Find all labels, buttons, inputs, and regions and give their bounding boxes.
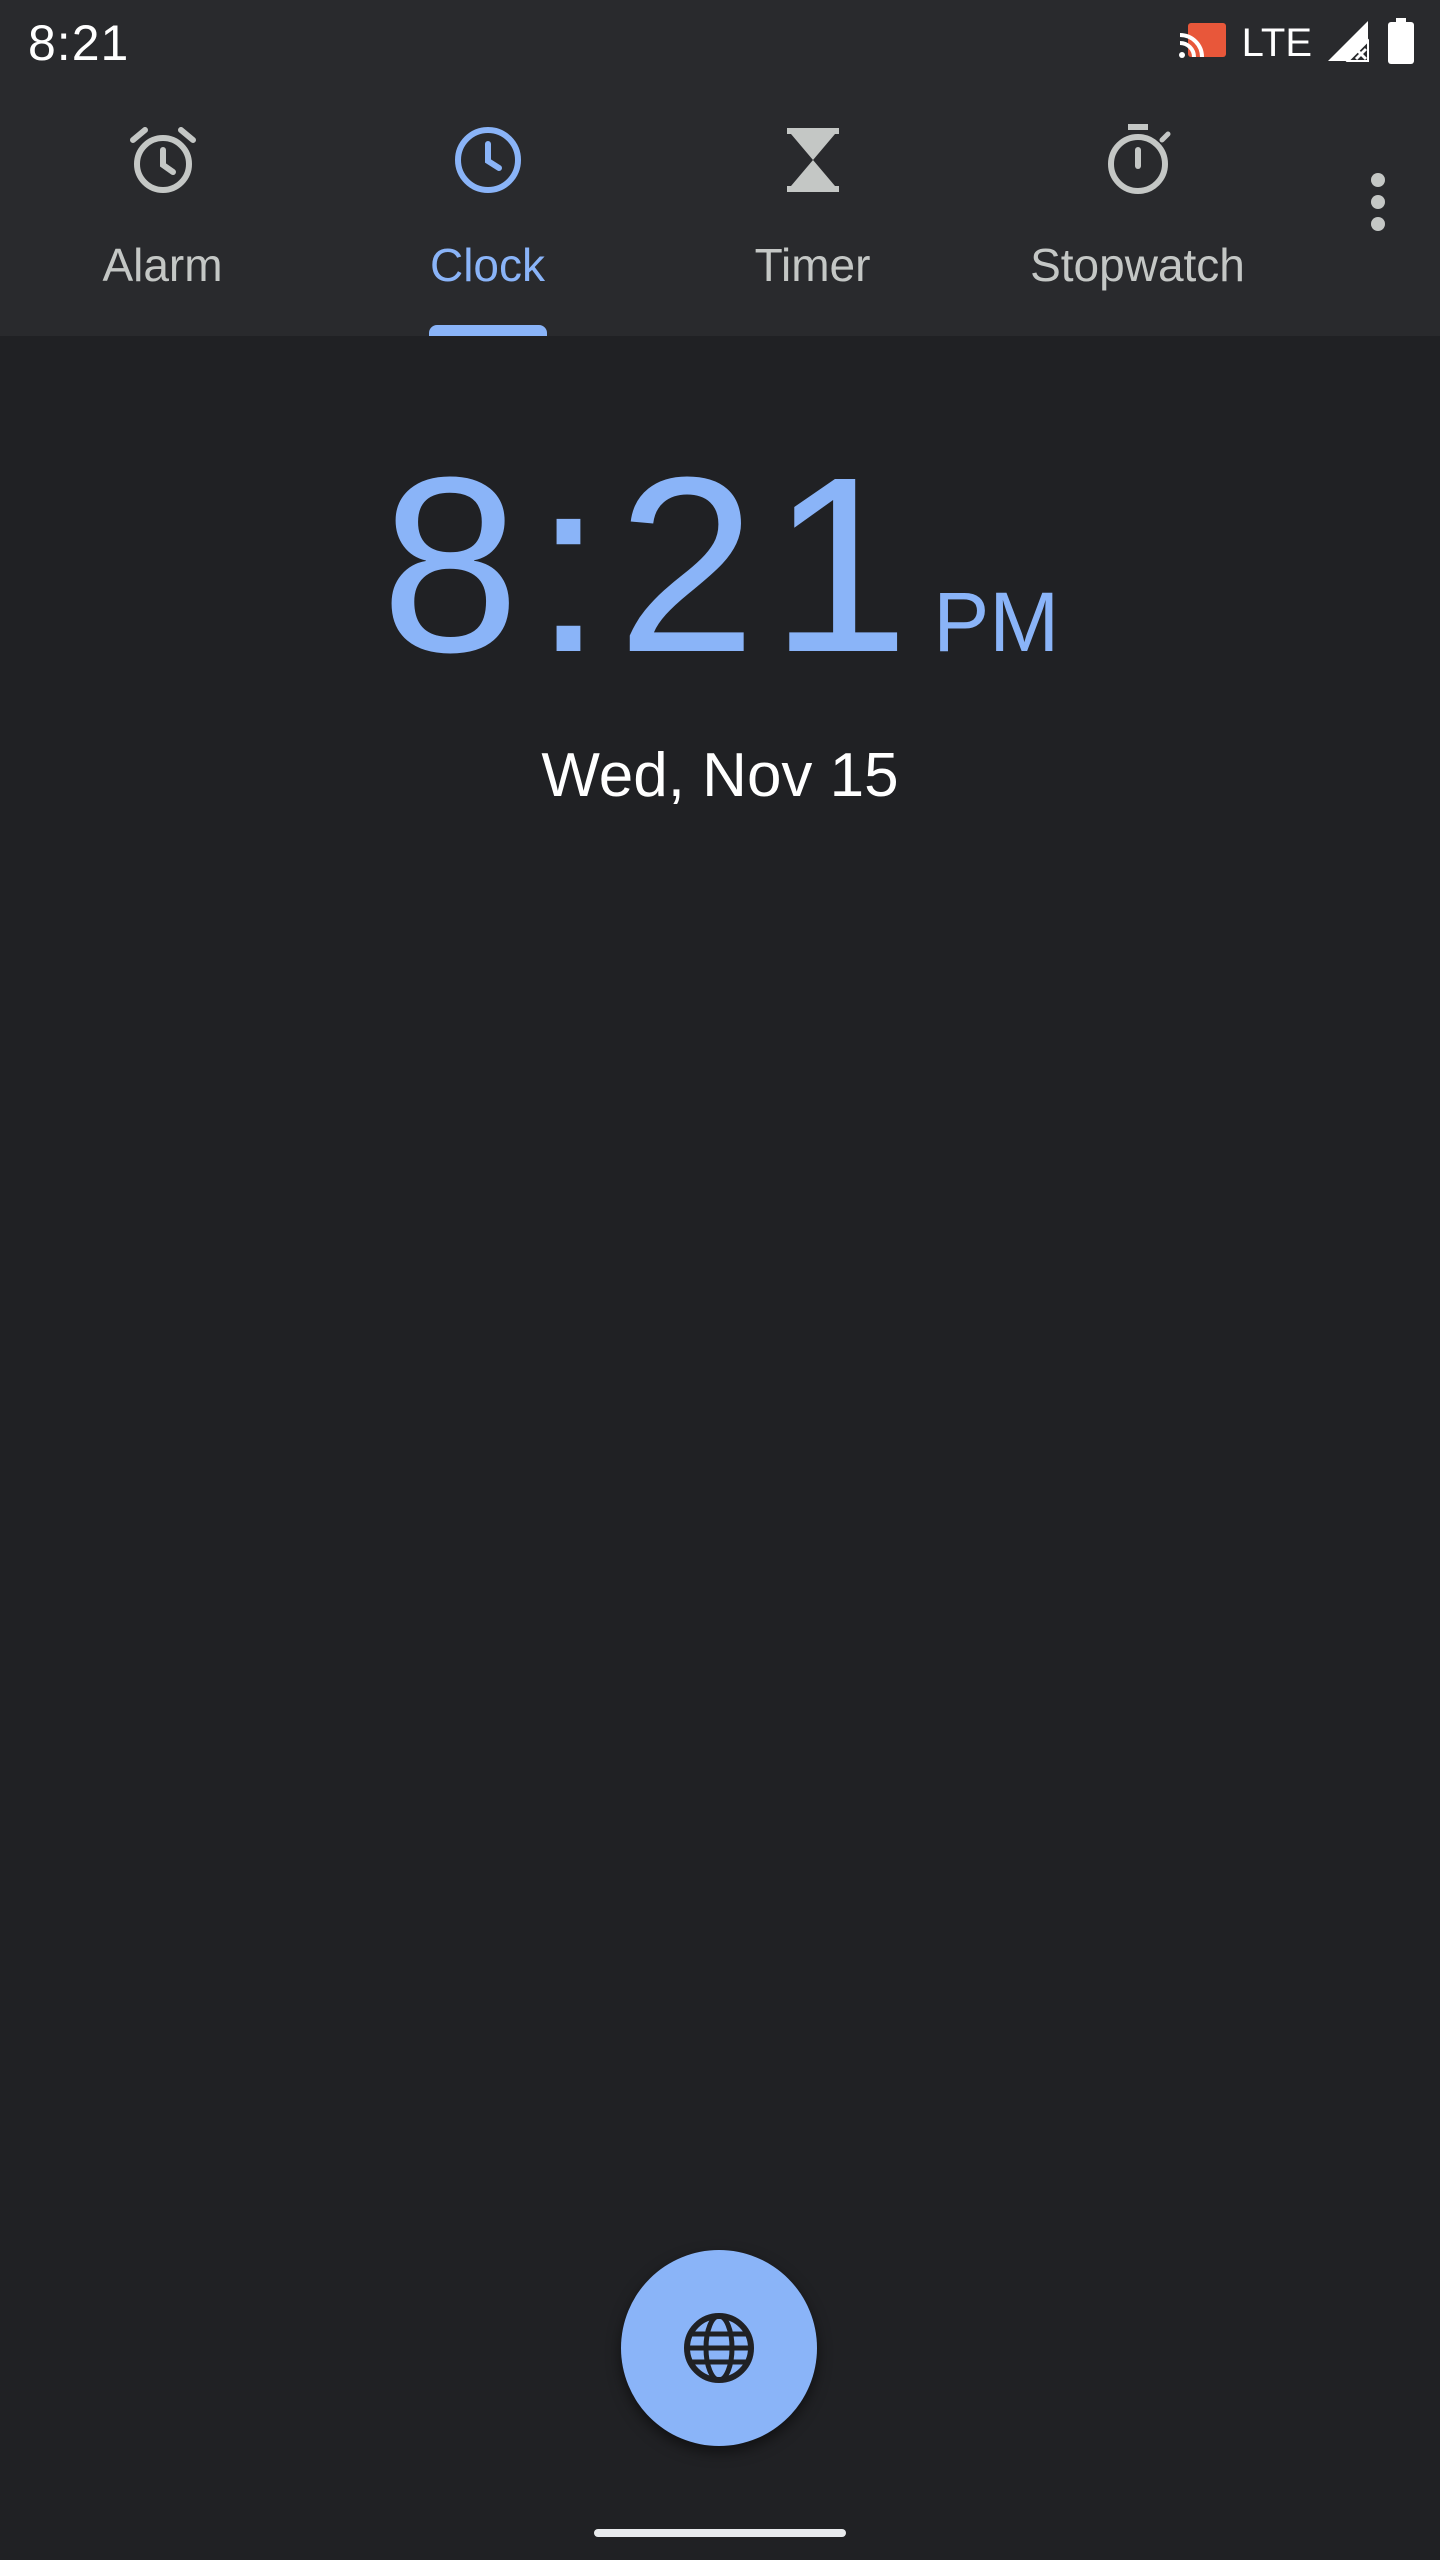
status-time: 8:21 xyxy=(28,15,130,71)
tab-alarm[interactable]: Alarm xyxy=(0,84,325,336)
tab-clock[interactable]: Clock xyxy=(325,84,650,336)
tab-stopwatch[interactable]: Stopwatch xyxy=(975,84,1300,336)
stopwatch-icon xyxy=(1100,122,1176,198)
world-clock-button[interactable] xyxy=(621,2250,817,2446)
clock-icon xyxy=(450,122,526,198)
active-tab-indicator xyxy=(428,325,547,336)
gesture-nav-handle[interactable] xyxy=(594,2529,846,2537)
tab-timer[interactable]: Timer xyxy=(650,84,975,336)
tab-label-timer: Timer xyxy=(754,239,871,291)
am-pm-label: PM xyxy=(933,575,1060,669)
signal-icon xyxy=(1326,19,1372,68)
status-icons: LTE xyxy=(1178,17,1416,69)
status-bar: 8:21 LTE xyxy=(0,0,1440,84)
tab-label-stopwatch: Stopwatch xyxy=(1030,239,1245,291)
clock-app-screen: 8:21 LTE Alarm Clock Timer Stopwatch 8:2… xyxy=(0,0,1440,2560)
alarm-icon xyxy=(125,122,201,198)
battery-icon xyxy=(1386,17,1416,69)
tab-bar: Alarm Clock Timer Stopwatch xyxy=(0,84,1440,336)
hourglass-icon xyxy=(775,122,851,198)
current-date: Wed, Nov 15 xyxy=(541,741,899,810)
current-time: 8:21 PM xyxy=(0,440,1440,690)
more-vert-icon xyxy=(1356,173,1400,288)
network-type: LTE xyxy=(1241,20,1312,65)
tab-label-alarm: Alarm xyxy=(102,239,223,291)
more-options-button[interactable] xyxy=(1356,144,1400,284)
cast-icon xyxy=(1178,21,1228,66)
tab-label-clock: Clock xyxy=(429,239,546,291)
time-digits: 8:21 xyxy=(380,425,924,704)
